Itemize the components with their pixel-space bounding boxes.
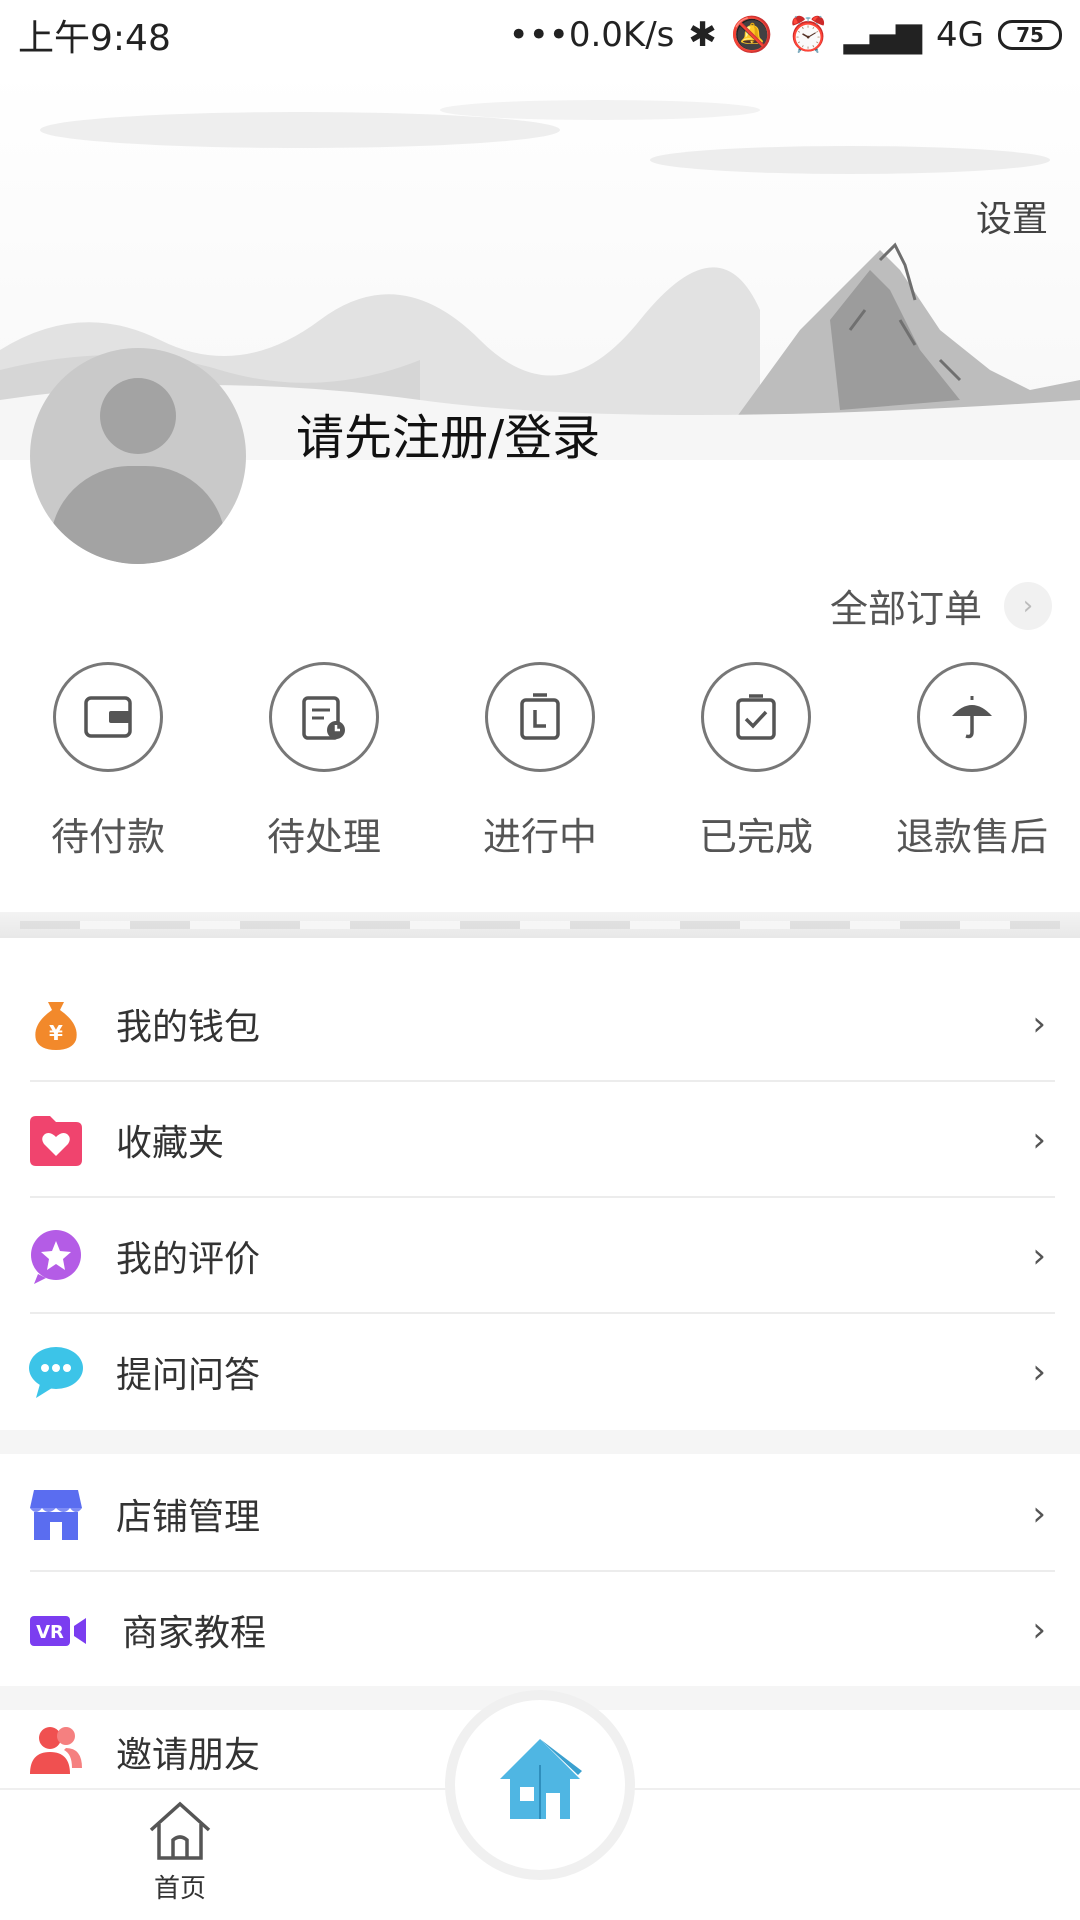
chat-bubble-icon <box>29 1347 83 1398</box>
order-label: 待处理 <box>266 815 381 859</box>
menu-label: 我的评价 <box>116 1239 261 1280</box>
center-action-button[interactable] <box>445 1690 635 1880</box>
chevron-right-icon: › <box>1032 1120 1046 1160</box>
bluetooth-icon: ✱ <box>688 15 717 55</box>
clipboard-check-icon <box>701 662 811 772</box>
chevron-right-icon: › <box>1032 1004 1046 1044</box>
clock-note-icon <box>485 662 595 772</box>
users-icon <box>30 1727 82 1774</box>
heart-folder-icon <box>30 1116 82 1166</box>
chevron-right-icon: › <box>1032 1494 1046 1534</box>
avatar[interactable] <box>30 348 246 564</box>
login-register-link[interactable]: 请先注册/登录 <box>296 398 600 468</box>
home-icon <box>149 1801 211 1860</box>
wallet-icon <box>53 662 163 772</box>
menu-label: 提问问答 <box>116 1355 261 1396</box>
order-status-row: 待付款 待处理 进行中 已完成 退款售后 <box>0 662 1080 861</box>
chevron-right-icon: › <box>1032 1610 1046 1650</box>
tab-home-label: 首页 <box>153 1874 206 1904</box>
chevron-right-icon: › <box>1004 581 1052 630</box>
svg-text:VR: VR <box>36 1622 64 1643</box>
order-pending-payment[interactable]: 待付款 <box>0 662 216 861</box>
all-orders-link[interactable]: 全部订单 › <box>830 578 1052 633</box>
alarm-icon: ⏰ <box>787 15 830 55</box>
umbrella-icon <box>917 662 1027 772</box>
signal-icon: ▂▄▆ <box>843 15 923 55</box>
avatar-head <box>100 378 176 454</box>
menu-label: 我的钱包 <box>116 1007 261 1048</box>
order-label: 待付款 <box>50 815 165 859</box>
all-orders-label: 全部订单 <box>829 587 982 631</box>
tab-home[interactable]: 首页 <box>140 1800 220 1905</box>
star-chat-icon <box>31 1230 81 1284</box>
chevron-right-icon: › <box>1032 1236 1046 1276</box>
section-divider <box>0 912 1080 938</box>
shop-icon <box>30 1490 82 1540</box>
menu-item-merchant-tutorial[interactable]: VR 商家教程 › <box>0 1572 1080 1688</box>
clipboard-clock-icon <box>269 662 379 772</box>
svg-text:¥: ¥ <box>49 1021 63 1045</box>
avatar-body <box>50 466 226 564</box>
menu-item-reviews[interactable]: 我的评价 › <box>0 1198 1080 1314</box>
battery-icon: 75 <box>998 20 1062 50</box>
menu-item-qa[interactable]: 提问问答 › <box>0 1314 1080 1430</box>
order-in-progress[interactable]: 进行中 <box>432 662 648 861</box>
money-bag-icon: ¥ <box>35 1002 77 1050</box>
menu-item-shop-management[interactable]: 店铺管理 › <box>0 1456 1080 1572</box>
menu-label: 商家教程 <box>122 1613 267 1654</box>
house-logo-icon <box>500 1739 582 1819</box>
settings-link[interactable]: 设置 <box>976 190 1048 242</box>
menu-label: 收藏夹 <box>116 1123 225 1164</box>
vr-video-icon: VR <box>30 1616 86 1646</box>
order-completed[interactable]: 已完成 <box>648 662 864 861</box>
order-refund-aftersale[interactable]: 退款售后 <box>864 662 1080 861</box>
network-type: 4G <box>936 15 984 55</box>
order-label: 进行中 <box>482 815 597 859</box>
menu-label: 店铺管理 <box>116 1497 261 1538</box>
menu-item-wallet[interactable]: ¥ 我的钱包 › <box>0 966 1080 1082</box>
section-gap <box>0 1430 1080 1454</box>
menu-item-favorites[interactable]: 收藏夹 › <box>0 1082 1080 1198</box>
status-time: 上午9:48 <box>18 18 171 59</box>
chevron-right-icon: › <box>1032 1352 1046 1392</box>
order-label: 已完成 <box>698 815 813 859</box>
network-speed: •••0.0K/s <box>508 15 675 55</box>
mute-icon: 🔕 <box>730 15 774 55</box>
status-bar: 上午9:48 •••0.0K/s ✱ 🔕 ⏰ ▂▄▆ 4G 75 <box>0 0 1080 70</box>
status-icons: •••0.0K/s ✱ 🔕 ⏰ ▂▄▆ 4G 75 <box>509 15 1062 55</box>
order-pending-processing[interactable]: 待处理 <box>216 662 432 861</box>
order-label: 退款售后 <box>895 815 1048 859</box>
menu-label: 邀请朋友 <box>116 1735 261 1776</box>
